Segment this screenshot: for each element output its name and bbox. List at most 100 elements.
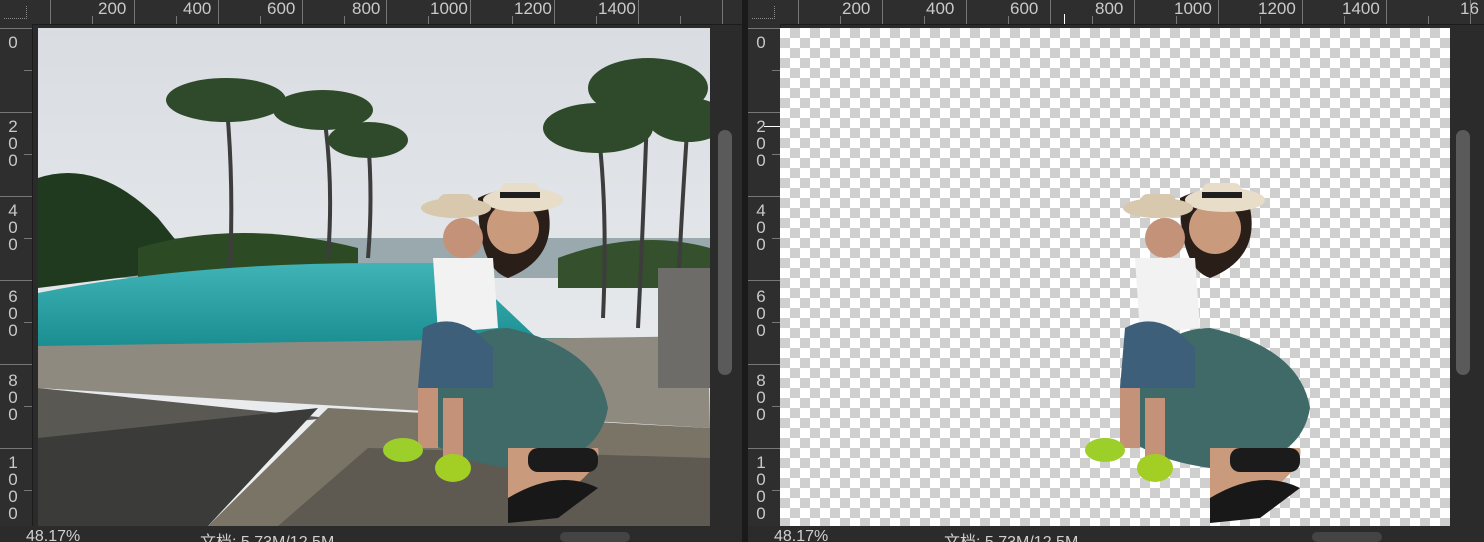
ruler-tick	[260, 16, 261, 24]
ruler-tick	[748, 364, 780, 365]
ruler-tick	[1386, 0, 1387, 24]
ruler-tick	[1218, 0, 1219, 24]
ruler-tick	[24, 238, 32, 239]
ruler-label-800: 800	[756, 371, 766, 424]
ruler-tick	[1344, 16, 1345, 24]
ruler-tick	[840, 16, 841, 24]
ruler-tick	[302, 0, 303, 24]
ruler-tick	[748, 280, 780, 281]
ruler-tick	[0, 28, 32, 29]
cursor-marker-h	[1064, 14, 1065, 24]
people-cutout-icon	[1085, 183, 1310, 523]
ruler-tick	[772, 322, 780, 323]
ruler-tick	[24, 70, 32, 71]
ruler-tick	[470, 0, 471, 24]
ruler-label: 600	[267, 0, 296, 18]
ruler-tick	[1050, 0, 1051, 24]
ruler-tick	[680, 16, 681, 24]
ruler-origin-right[interactable]	[748, 0, 781, 25]
ruler-label: 1400	[1342, 0, 1380, 18]
vertical-ruler-right[interactable]: 0 200 400 600 800 1000	[748, 24, 781, 526]
ruler-tick	[50, 0, 51, 24]
document-size-info[interactable]: 文档: 5.73M/12.5M	[200, 528, 334, 542]
ruler-tick	[0, 364, 32, 365]
ruler-tick	[24, 490, 32, 491]
ruler-tick	[882, 0, 883, 24]
ruler-tick	[772, 406, 780, 407]
ruler-label: 600	[1010, 0, 1039, 18]
ruler-tick	[1008, 16, 1009, 24]
ruler-tick	[24, 406, 32, 407]
zoom-level[interactable]: 48.17%	[26, 528, 80, 542]
ruler-label: 1200	[514, 0, 552, 18]
ruler-tick	[1428, 16, 1429, 24]
ruler-tick	[0, 112, 32, 113]
ruler-tick	[798, 0, 799, 24]
ruler-label: 1000	[430, 0, 468, 18]
ruler-tick	[1470, 0, 1471, 24]
document-window-left: 200 400 600 800 1000 1200 1400 0 200 400…	[0, 0, 742, 542]
ruler-tick	[924, 16, 925, 24]
vertical-scrollbar-right[interactable]	[1456, 130, 1470, 375]
ruler-tick	[1260, 16, 1261, 24]
zoom-level[interactable]: 48.17%	[774, 528, 828, 542]
ruler-label-200: 200	[8, 117, 18, 170]
ruler-tick	[748, 28, 780, 29]
ruler-label: 1000	[1174, 0, 1212, 18]
ruler-tick	[1092, 16, 1093, 24]
photo-canvas[interactable]	[38, 28, 710, 526]
ruler-label: 1400	[598, 0, 636, 18]
ruler-label: 400	[926, 0, 955, 18]
ruler-label-600: 600	[8, 287, 18, 340]
beach-pool-photo-icon	[38, 28, 710, 526]
ruler-tick	[176, 16, 177, 24]
ruler-tick	[748, 112, 780, 113]
vertical-ruler-left[interactable]: 0 200 400 600 800 1000	[0, 24, 33, 526]
ruler-tick	[218, 0, 219, 24]
vertical-scrollbar-left[interactable]	[718, 130, 732, 375]
ruler-tick	[24, 322, 32, 323]
ruler-tick	[638, 0, 639, 24]
ruler-label-1000: 1000	[756, 453, 766, 523]
ruler-label: 800	[352, 0, 381, 18]
ruler-tick	[1176, 16, 1177, 24]
ruler-label: 800	[1095, 0, 1124, 18]
status-bar-right: 48.17% 文档: 5.73M/12.5M	[748, 526, 1484, 542]
ruler-tick	[134, 0, 135, 24]
ruler-tick	[748, 448, 780, 449]
ruler-origin-left[interactable]	[0, 0, 33, 25]
horizontal-scrollbar-right[interactable]	[1312, 532, 1382, 542]
ruler-tick	[0, 280, 32, 281]
ruler-label-800: 800	[8, 371, 18, 424]
ruler-label: 200	[842, 0, 871, 18]
ruler-tick	[772, 154, 780, 155]
ruler-tick	[722, 0, 723, 24]
ruler-tick	[772, 70, 780, 71]
cursor-marker-v	[764, 126, 780, 127]
ruler-label: 1200	[1258, 0, 1296, 18]
ruler-label-0: 0	[8, 33, 18, 52]
horizontal-ruler-left[interactable]: 200 400 600 800 1000 1200 1400	[32, 0, 742, 25]
ruler-label: 400	[183, 0, 212, 18]
ruler-tick	[772, 490, 780, 491]
ruler-tick	[966, 0, 967, 24]
ruler-label-600: 600	[756, 287, 766, 340]
ruler-tick	[554, 0, 555, 24]
ruler-tick	[0, 196, 32, 197]
horizontal-scrollbar-left[interactable]	[560, 532, 630, 542]
ruler-tick	[748, 196, 780, 197]
ruler-tick	[512, 16, 513, 24]
ruler-tick	[1302, 0, 1303, 24]
ruler-tick	[1134, 0, 1135, 24]
ruler-label-1000: 1000	[8, 453, 18, 523]
ruler-tick	[0, 448, 32, 449]
ruler-tick	[772, 238, 780, 239]
transparent-canvas[interactable]	[780, 28, 1450, 526]
document-size-info[interactable]: 文档: 5.73M/12.5M	[944, 528, 1078, 542]
ruler-label-400: 400	[756, 201, 766, 254]
ruler-tick	[344, 16, 345, 24]
horizontal-ruler-right[interactable]: 200 400 600 800 1000 1200 1400 16	[780, 0, 1484, 25]
ruler-tick	[386, 0, 387, 24]
ruler-label-0: 0	[756, 33, 766, 52]
ruler-label: 200	[98, 0, 127, 18]
